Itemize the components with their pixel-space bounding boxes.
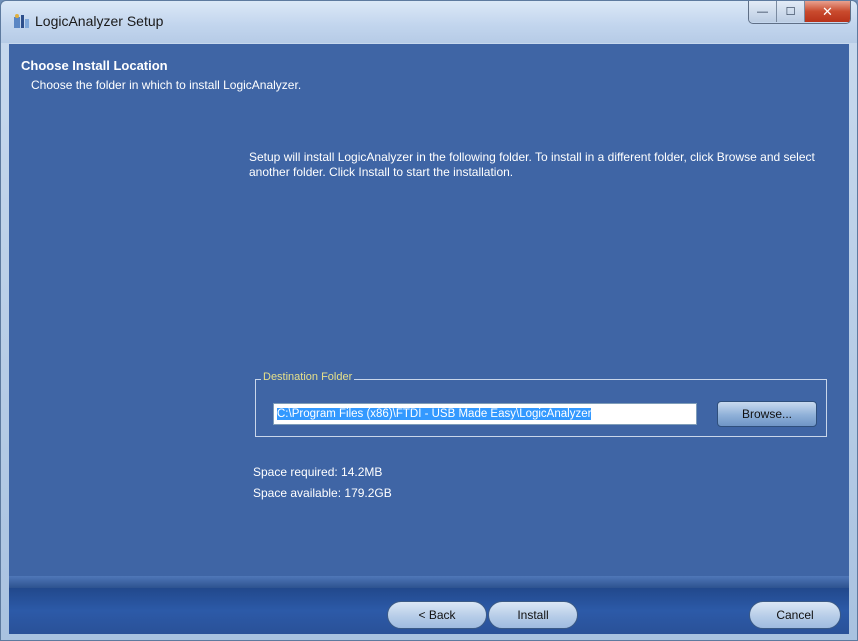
space-required-text: Space required: 14.2MB	[253, 465, 383, 479]
window-controls: — ☐ ✕	[748, 1, 851, 24]
destination-folder-legend: Destination Folder	[261, 371, 355, 383]
destination-path-text: C:\Program Files (x86)\FTDI - USB Made E…	[277, 408, 592, 420]
window-title: LogicAnalyzer Setup	[35, 13, 164, 29]
maximize-button[interactable]: ☐	[777, 1, 805, 22]
minimize-button[interactable]: —	[749, 1, 777, 22]
install-button[interactable]: Install	[488, 601, 578, 629]
page-title: Choose Install Location	[21, 58, 168, 73]
space-available-text: Space available: 179.2GB	[253, 486, 392, 500]
intro-text: Setup will install LogicAnalyzer in the …	[249, 150, 815, 179]
title-bar[interactable]: LogicAnalyzer Setup — ☐ ✕	[1, 1, 857, 43]
installer-window: LogicAnalyzer Setup — ☐ ✕ Choose Install…	[0, 0, 858, 641]
destination-folder-input[interactable]: C:\Program Files (x86)\FTDI - USB Made E…	[273, 403, 697, 425]
button-bar: < Back Install Cancel	[9, 576, 849, 634]
installer-icon	[13, 13, 30, 30]
close-button[interactable]: ✕	[805, 1, 850, 22]
cancel-button[interactable]: Cancel	[749, 601, 841, 629]
wizard-body: Choose Install Location Choose the folde…	[9, 44, 849, 634]
destination-folder-group: Destination Folder C:\Program Files (x86…	[255, 371, 827, 437]
footer-divider	[9, 576, 849, 588]
browse-button[interactable]: Browse...	[717, 401, 817, 427]
back-button[interactable]: < Back	[387, 601, 487, 629]
page-subtitle: Choose the folder in which to install Lo…	[31, 78, 302, 92]
